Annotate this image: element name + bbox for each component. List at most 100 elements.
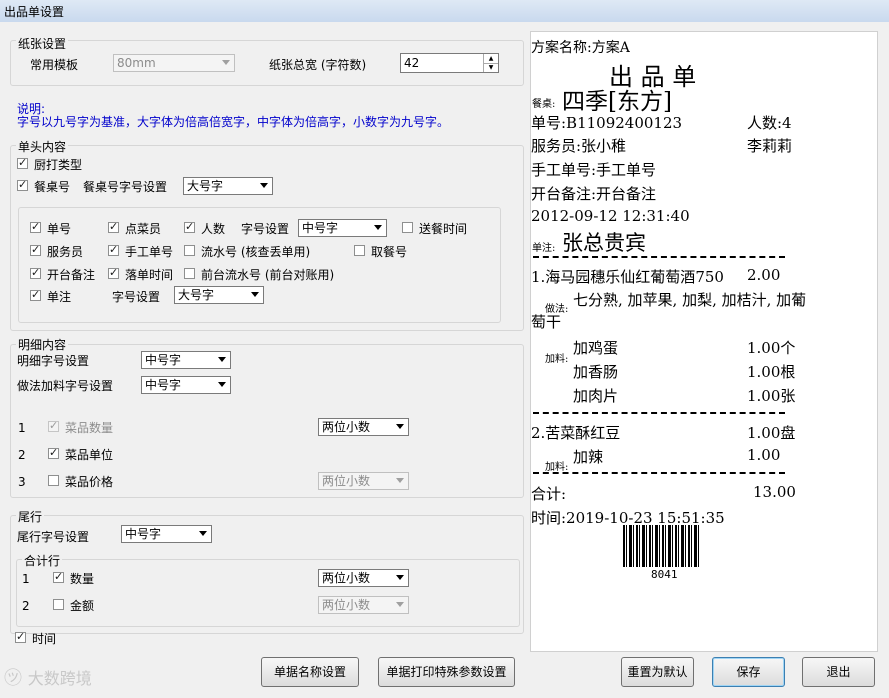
unit-checkbox[interactable] [48, 446, 59, 459]
addon-label: 加料: [545, 462, 569, 473]
remark-font-label: 字号设置 [112, 290, 161, 304]
pickup-no-label: 取餐号 [371, 245, 408, 259]
paper-settings-legend: 纸张设置 [16, 35, 69, 52]
detail-font-value: 中号字 [145, 353, 182, 367]
detail-font-select[interactable]: 中号字 [141, 351, 231, 369]
total-row-index: 1 [22, 572, 30, 586]
people-label: 人数 [201, 222, 226, 236]
remark-font-value: 大号字 [178, 288, 215, 302]
waiter-name: 服务员:张小稚 [531, 137, 627, 155]
divider [533, 472, 785, 474]
remark-label: 单注: [532, 243, 556, 254]
addon-4-qty: 1.00 [747, 446, 781, 464]
barcode [623, 525, 701, 567]
detail-row-index: 2 [18, 448, 26, 462]
table-name: 四季[东方] [562, 89, 672, 115]
price-label: 菜品价格 [65, 475, 114, 489]
addon-label: 加料: [545, 354, 569, 365]
spin-down-icon[interactable]: ▼ [483, 63, 498, 72]
qty-label: 菜品数量 [65, 421, 114, 435]
price-decimal-select[interactable]: 两位小数 [318, 472, 409, 490]
detail-row-index: 1 [18, 421, 26, 435]
watermark-icon: ㋡ [4, 668, 22, 689]
chevron-down-icon [260, 183, 268, 188]
receipt-preview: 方案名称:方案A 出 品 单 餐桌: 四季[东方] 单号:B1109240012… [530, 31, 878, 652]
unit-label: 菜品单位 [65, 448, 114, 462]
total-amount-decimal-select[interactable]: 两位小数 [318, 596, 409, 614]
open-note: 开台备注:开台备注 [531, 185, 657, 203]
method-font-label: 做法加料字号设置 [17, 379, 114, 393]
chevron-down-icon [251, 292, 259, 297]
waiter-label: 服务员 [47, 245, 84, 259]
addon-2: 加香肠 [573, 363, 619, 381]
total-qty-decimal-select[interactable]: 两位小数 [318, 569, 409, 587]
footer-font-select[interactable]: 中号字 [121, 525, 212, 543]
time-checkbox[interactable] [15, 630, 26, 643]
addon-2-qty: 1.00根 [747, 363, 796, 381]
remark-checkbox[interactable] [30, 288, 41, 301]
exit-button[interactable]: 退出 [802, 657, 875, 687]
divider [533, 256, 785, 258]
time-label: 时间 [32, 632, 57, 646]
method-font-select[interactable]: 中号字 [141, 376, 231, 394]
chevron-down-icon [396, 602, 404, 607]
table-no-label: 餐桌号 [34, 180, 71, 194]
pickup-no-checkbox[interactable] [354, 245, 365, 256]
footer-legend: 尾行 [16, 508, 45, 525]
qty-decimal-value: 两位小数 [322, 420, 371, 434]
name-setting-button[interactable]: 单据名称设置 [261, 657, 359, 687]
total-value: 13.00 [753, 483, 796, 501]
print-param-button[interactable]: 单据打印特殊参数设置 [378, 657, 515, 687]
kitchen-type-checkbox[interactable] [17, 156, 28, 169]
delivery-time-checkbox[interactable] [402, 222, 413, 233]
kitchen-type-label: 厨打类型 [34, 158, 83, 172]
price-checkbox[interactable] [48, 475, 59, 486]
remark-label: 单注 [47, 290, 72, 304]
open-note-checkbox[interactable] [30, 266, 41, 279]
chevron-down-icon [396, 478, 404, 483]
paper-width-label: 纸张总宽 (字符数) [269, 58, 367, 72]
detail-font-label: 明细字号设置 [17, 354, 90, 368]
waiter-name-2: 李莉莉 [747, 137, 793, 155]
serial-no-checkbox[interactable] [184, 245, 195, 256]
table-no-checkbox[interactable] [17, 178, 28, 191]
addon-1: 加鸡蛋 [573, 339, 619, 357]
table-font-value: 大号字 [187, 179, 224, 193]
template-value: 80mm [117, 56, 156, 70]
save-button[interactable]: 保存 [712, 657, 785, 687]
addon-3: 加肉片 [573, 387, 619, 405]
template-select[interactable]: 80mm [113, 54, 235, 72]
total-qty-checkbox[interactable] [53, 570, 64, 583]
item-1-qty: 2.00 [747, 266, 781, 284]
header-font-label: 字号设置 [241, 222, 290, 236]
paper-width-input[interactable]: 42 ▲ ▼ [400, 53, 499, 73]
qty-checkbox[interactable] [48, 419, 59, 432]
item-1-name: 1.海马园穗乐仙红葡萄酒750 [531, 268, 724, 286]
remark-font-select[interactable]: 大号字 [174, 286, 264, 304]
chevron-down-icon [199, 531, 207, 536]
manual-no-label: 手工单号 [125, 245, 174, 259]
waiter-checkbox[interactable] [30, 243, 41, 256]
scheme-name: 方案名称:方案A [531, 40, 630, 56]
front-serial-label: 前台流水号 (前台对账用) [201, 268, 335, 282]
order-datetime: 2012-09-12 12:31:40 [531, 207, 690, 225]
total-amount-checkbox[interactable] [53, 599, 64, 610]
manual-no: 手工单号:手工单号 [531, 161, 657, 179]
order-no-checkbox[interactable] [30, 220, 41, 233]
order-time-checkbox[interactable] [108, 266, 119, 279]
reset-default-button[interactable]: 重置为默认 [621, 657, 694, 687]
order-time-label: 落单时间 [125, 268, 174, 282]
table-font-select[interactable]: 大号字 [183, 177, 273, 195]
table-font-label: 餐桌号字号设置 [83, 180, 168, 194]
addon-1-qty: 1.00个 [747, 339, 796, 357]
people-checkbox[interactable] [184, 220, 195, 233]
paper-width-value: 42 [404, 56, 420, 70]
front-serial-checkbox[interactable] [184, 268, 195, 279]
qty-decimal-select[interactable]: 两位小数 [318, 418, 409, 436]
orderer-checkbox[interactable] [108, 220, 119, 233]
header-font-select[interactable]: 中号字 [298, 219, 387, 237]
detail-row-index: 3 [18, 475, 26, 489]
watermark-text: 大数跨境 [27, 669, 92, 688]
order-no-label: 单号 [47, 222, 72, 236]
manual-no-checkbox[interactable] [108, 243, 119, 256]
